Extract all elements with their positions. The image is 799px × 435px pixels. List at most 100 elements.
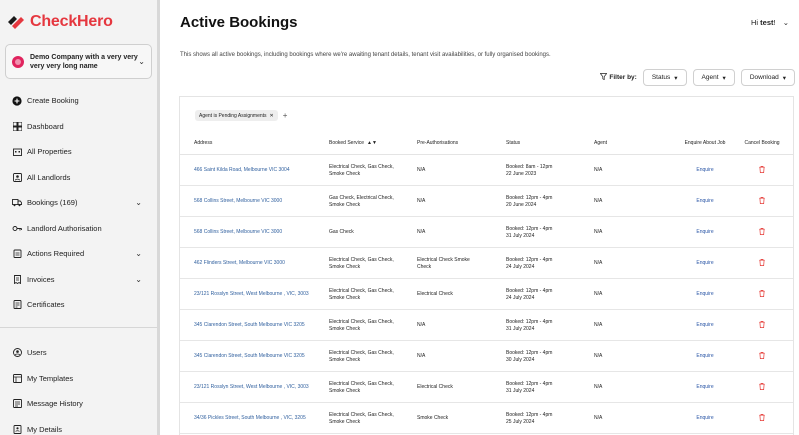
- enquire-link[interactable]: Enquire: [672, 279, 738, 310]
- status-filter-label: Status: [651, 74, 671, 81]
- booking-status: Booked: 8am - 12pm 22 June 2023: [506, 155, 586, 186]
- sidebar-item-my-templates[interactable]: My Templates: [0, 366, 160, 392]
- agent-filter-dropdown[interactable]: Agent ▾: [692, 69, 735, 86]
- enquire-link[interactable]: Enquire: [672, 155, 738, 186]
- address-link[interactable]: 462 Flinders Street, Melbourne VIC 3000: [194, 248, 322, 279]
- address-link[interactable]: 345 Clarendon Street, South Melbourne VI…: [194, 341, 322, 372]
- close-icon[interactable]: ✕: [270, 113, 274, 119]
- booking-status: Booked: 12pm - 4pm 20 June 2024: [506, 186, 586, 217]
- column-header-label: Booked Service: [329, 139, 365, 146]
- address-link[interactable]: 23/121 Rosslyn Street, West Melbourne , …: [194, 279, 322, 310]
- cancel-booking-button[interactable]: [740, 310, 784, 341]
- booked-service: Electrical Check, Gas Check, Smoke Check: [329, 164, 394, 177]
- details-icon: [12, 424, 22, 434]
- cancel-booking-button[interactable]: [740, 155, 784, 186]
- chevron-down-icon: ⌄: [782, 18, 789, 27]
- booked-service: Electrical Check, Gas Check, Smoke Check: [329, 257, 394, 270]
- enquire-link[interactable]: Enquire: [672, 341, 738, 372]
- agent: N/A: [594, 353, 603, 360]
- cancel-booking-button[interactable]: [740, 403, 784, 434]
- download-dropdown[interactable]: Download ▾: [740, 69, 795, 86]
- logo[interactable]: CheckHero: [6, 10, 113, 34]
- pre-authorisations: N/A: [417, 167, 426, 174]
- sidebar-item-users[interactable]: Users: [0, 340, 160, 366]
- id-card-icon: [12, 172, 22, 182]
- page-description: This shows all active bookings, includin…: [180, 52, 551, 58]
- column-header-status: Status: [506, 139, 521, 146]
- pre-authorisations: Electrical Check: [417, 384, 453, 391]
- sidebar-item-invoices[interactable]: Invoices ⌄: [0, 267, 160, 293]
- address-link[interactable]: 568 Collins Street, Melbourne VIC 3000: [194, 217, 322, 248]
- filter-chip[interactable]: Agent is Pending Assignments ✕: [195, 110, 278, 121]
- cancel-booking-button[interactable]: [740, 217, 784, 248]
- sidebar-item-all-landlords[interactable]: All Landlords: [0, 165, 160, 191]
- booked-service: Electrical Check, Gas Check, Smoke Check: [329, 381, 394, 394]
- address-link[interactable]: 568 Collins Street, Melbourne VIC 3000: [194, 186, 322, 217]
- enquire-link[interactable]: Enquire: [672, 186, 738, 217]
- table-row: 462 Flinders Street, Melbourne VIC 3000 E…: [180, 248, 793, 279]
- enquire-link[interactable]: Enquire: [672, 403, 738, 434]
- cancel-booking-button[interactable]: [740, 248, 784, 279]
- sidebar-item-certificates[interactable]: Certificates: [0, 292, 160, 318]
- filter-label: Filter by:: [599, 73, 637, 82]
- address-link[interactable]: 345 Clarendon Street, South Melbourne VI…: [194, 310, 322, 341]
- sidebar-item-label: Actions Required: [27, 249, 85, 259]
- sidebar-item-bookings[interactable]: Bookings (169) ⌄: [0, 190, 160, 216]
- table-row: 345 Clarendon Street, South Melbourne VI…: [180, 341, 793, 372]
- booking-status: Booked: 12pm - 4pm 30 July 2024: [506, 341, 586, 372]
- trash-icon: [759, 382, 765, 393]
- sidebar-item-create-booking[interactable]: Create Booking: [0, 88, 160, 114]
- enquire-link[interactable]: Enquire: [672, 217, 738, 248]
- checkhero-logo-icon: [6, 12, 26, 32]
- sidebar-item-landlord-authorisation[interactable]: Landlord Authorisation: [0, 216, 160, 242]
- company-selector[interactable]: Demo Company with a very very very very …: [5, 44, 152, 79]
- address-link[interactable]: 466 Saint Kilda Road, Melbourne VIC 3004: [194, 155, 322, 186]
- sort-icon[interactable]: ▲▼: [367, 140, 377, 146]
- status-filter-dropdown[interactable]: Status ▾: [642, 69, 687, 86]
- sidebar-item-label: All Landlords: [27, 172, 71, 182]
- column-header-booked-service[interactable]: Booked Service ▲▼: [329, 130, 377, 155]
- status-date: 30 July 2024: [506, 356, 535, 363]
- booked-service: Electrical Check, Gas Check, Smoke Check: [329, 412, 394, 425]
- caret-down-icon: ▾: [674, 74, 678, 82]
- greeting-suffix: !: [773, 18, 776, 27]
- sidebar-item-all-properties[interactable]: All Properties: [0, 139, 160, 165]
- building-icon: [12, 147, 22, 157]
- agent: N/A: [594, 384, 603, 391]
- status-date: 22 June 2023: [506, 170, 537, 177]
- sidebar-item-label: Users: [27, 348, 47, 358]
- sidebar-item-my-details[interactable]: My Details: [0, 417, 160, 435]
- caret-down-icon: ▾: [722, 74, 726, 82]
- enquire-link[interactable]: Enquire: [672, 372, 738, 403]
- sidebar-item-dashboard[interactable]: Dashboard: [0, 114, 160, 140]
- filter-icon: [599, 73, 608, 82]
- cancel-booking-button[interactable]: [740, 186, 784, 217]
- sidebar-item-message-history[interactable]: Message History: [0, 391, 160, 417]
- column-header-cancel: Cancel Booking: [744, 139, 780, 146]
- trash-icon: [759, 320, 765, 331]
- pre-authorisations: Electrical Check Smoke Check: [417, 257, 470, 270]
- add-filter-icon[interactable]: +: [283, 111, 288, 120]
- table-row: 568 Collins Street, Melbourne VIC 3000 Ga…: [180, 186, 793, 217]
- sidebar-item-label: Message History: [27, 399, 83, 409]
- trash-icon: [759, 196, 765, 207]
- agent-filter-label: Agent: [701, 74, 719, 81]
- cancel-booking-button[interactable]: [740, 372, 784, 403]
- sidebar-item-label: My Templates: [27, 373, 74, 383]
- column-header-pre-authorisations: Pre-Authorisations: [417, 139, 459, 146]
- booking-status: Booked: 12pm - 4pm 31 July 2024: [506, 372, 586, 403]
- sidebar-item-actions-required[interactable]: Actions Required ⌄: [0, 241, 160, 267]
- agent: N/A: [594, 260, 603, 267]
- sidebar-item-label: Dashboard: [27, 121, 64, 131]
- enquire-link[interactable]: Enquire: [672, 248, 738, 279]
- pre-authorisations: N/A: [417, 198, 426, 205]
- address-link[interactable]: 23/121 Rosslyn Street, West Melbourne , …: [194, 372, 322, 403]
- status-date: 31 July 2024: [506, 387, 535, 394]
- user-greeting[interactable]: Hi test! ⌄: [751, 18, 789, 27]
- cancel-booking-button[interactable]: [740, 341, 784, 372]
- cancel-booking-button[interactable]: [740, 279, 784, 310]
- plus-circle-icon: [12, 96, 22, 106]
- address-link[interactable]: 34/36 Pickles Street, South Melbourne , …: [194, 403, 322, 434]
- key-icon: [12, 223, 22, 233]
- enquire-link[interactable]: Enquire: [672, 310, 738, 341]
